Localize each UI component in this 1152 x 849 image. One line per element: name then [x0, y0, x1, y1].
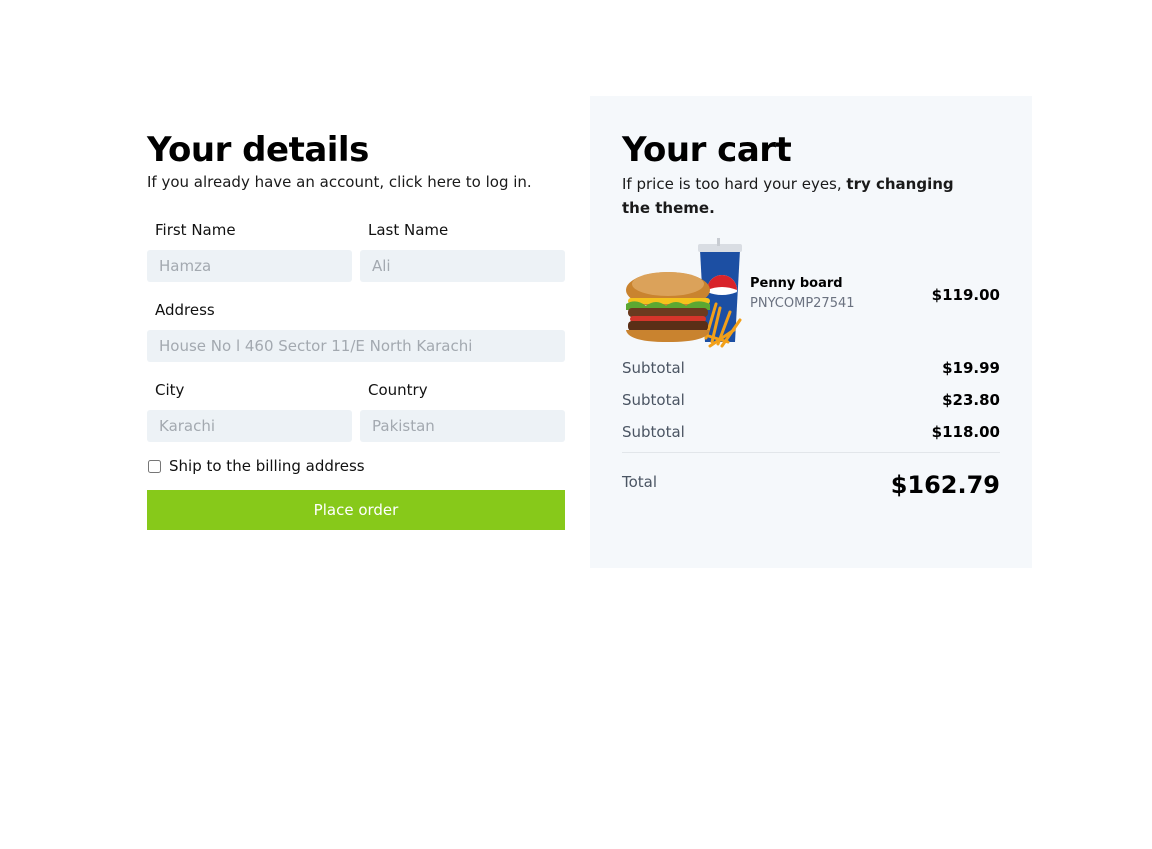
subtotal-value: $118.00: [931, 423, 1000, 441]
login-hint[interactable]: If you already have an account, click he…: [147, 170, 565, 194]
checkout-layout: Your details If you already have an acco…: [147, 96, 1032, 568]
first-name-input[interactable]: [147, 250, 352, 282]
item-sku: PNYCOMP27541: [750, 296, 855, 311]
first-name-group: First Name: [147, 220, 352, 282]
country-input[interactable]: [360, 410, 565, 442]
cart-item: Penny board PNYCOMP27541 $119.00: [622, 238, 1000, 348]
country-group: Country: [360, 380, 565, 442]
theme-hint-text: If price is too hard your eyes,: [622, 175, 842, 193]
location-row: City Country: [147, 380, 565, 442]
address-label: Address: [155, 301, 215, 319]
details-panel: Your details If you already have an acco…: [147, 96, 565, 530]
subtotal-label: Subtotal: [622, 391, 685, 409]
country-label: Country: [368, 381, 428, 399]
city-label: City: [155, 381, 185, 399]
ship-to-billing-checkbox[interactable]: [148, 459, 161, 473]
last-name-input[interactable]: [360, 250, 565, 282]
address-group: Address: [147, 300, 565, 362]
city-input[interactable]: [147, 410, 352, 442]
subtotal-row: Subtotal $23.80: [622, 384, 1000, 416]
ship-to-billing-option[interactable]: Ship to the billing address: [147, 456, 565, 476]
address-input[interactable]: [147, 330, 565, 362]
place-order-button[interactable]: Place order: [147, 490, 565, 530]
item-name: Penny board: [750, 276, 843, 291]
name-row: First Name Last Name: [147, 220, 565, 282]
subtotal-label: Subtotal: [622, 359, 685, 377]
subtotal-label: Subtotal: [622, 423, 685, 441]
last-name-group: Last Name: [360, 220, 565, 282]
subtotal-value: $23.80: [942, 391, 1000, 409]
item-price: $119.00: [931, 286, 1000, 304]
theme-hint: If price is too hard your eyes, try chan…: [622, 172, 982, 220]
cart-title: Your cart: [622, 130, 792, 170]
total-row: Total $162.79: [622, 471, 1000, 499]
last-name-label: Last Name: [368, 221, 449, 239]
city-group: City: [147, 380, 352, 442]
subtotal-list: Subtotal $19.99 Subtotal $23.80 Subtotal…: [622, 352, 1000, 448]
subtotal-row: Subtotal $19.99: [622, 352, 1000, 384]
subtotal-value: $19.99: [942, 359, 1000, 377]
total-label: Total: [622, 473, 658, 491]
first-name-label: First Name: [155, 221, 236, 239]
details-title: Your details: [147, 130, 369, 170]
subtotal-row: Subtotal $118.00: [622, 416, 1000, 448]
total-value: $162.79: [890, 471, 1000, 499]
burger-pepsi-fries-image: [626, 238, 742, 348]
total-divider: [622, 452, 1000, 453]
cart-panel: Your cart If price is too hard your eyes…: [590, 96, 1032, 568]
ship-to-billing-label: Ship to the billing address: [169, 457, 365, 475]
